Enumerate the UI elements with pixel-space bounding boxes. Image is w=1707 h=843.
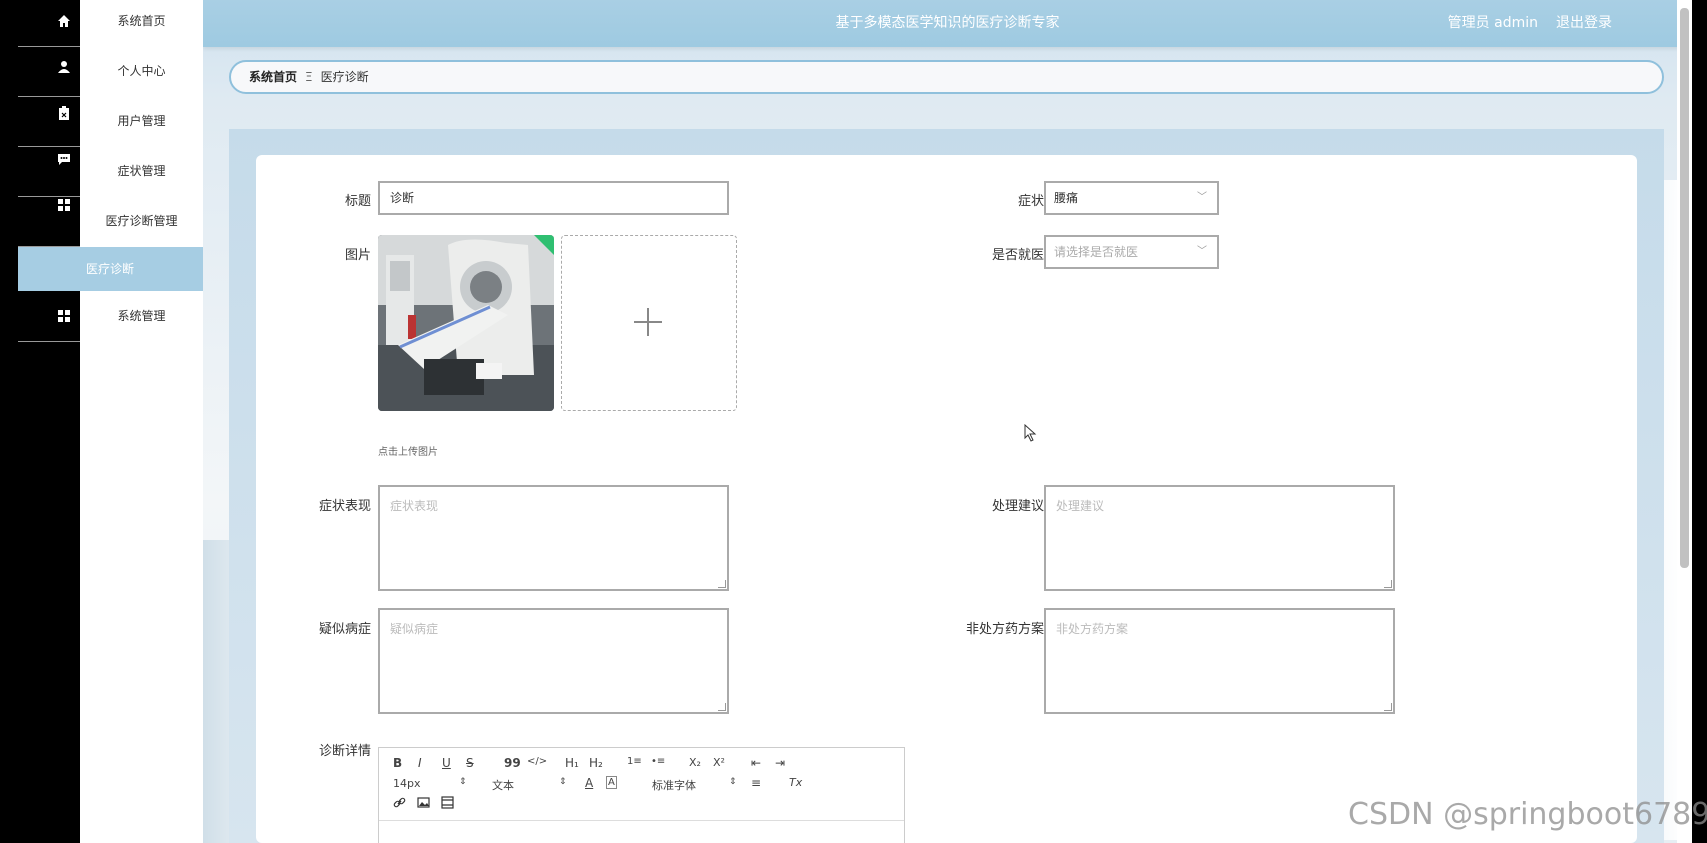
advice-label: 处理建议 xyxy=(991,499,1044,514)
breadcrumb-separator: Ξ xyxy=(305,70,313,84)
chat-icon[interactable] xyxy=(57,152,71,166)
otc-label: 非处方药方案 xyxy=(965,622,1044,637)
grid-icon[interactable] xyxy=(57,198,71,212)
background-color-button[interactable]: A xyxy=(606,776,617,789)
strike-button[interactable]: S xyxy=(466,756,474,770)
current-user: 管理员 admin xyxy=(1447,15,1538,31)
resize-grip-icon[interactable] xyxy=(718,703,726,711)
sidebar-subitem-diagnosis[interactable]: 医疗诊断 xyxy=(18,247,203,291)
top-header: 基于多模态医学知识的医疗诊断专家 管理员 admin 退出登录 xyxy=(203,0,1692,47)
divider xyxy=(18,96,80,97)
main-area: 基于多模态医学知识的医疗诊断专家 管理员 admin 退出登录 系统首页 Ξ 医疗诊… xyxy=(203,0,1692,843)
chevron-down-icon: ﹀ xyxy=(1197,192,1207,203)
otc-textarea[interactable]: 非处方药方案 xyxy=(1044,608,1395,714)
upload-image-button[interactable] xyxy=(561,235,737,411)
sidebar-item-symptoms[interactable]: 症状管理 xyxy=(80,159,203,183)
divider xyxy=(18,146,80,147)
manifest-textarea[interactable]: 症状表现 xyxy=(378,485,729,591)
indent-button[interactable]: ⇥ xyxy=(775,756,785,770)
divider xyxy=(18,196,80,197)
divider xyxy=(379,820,904,821)
bold-button[interactable]: B xyxy=(393,756,402,770)
chevron-updown-icon: ⇕ xyxy=(459,777,467,787)
ordered-list-button[interactable]: 1≡ xyxy=(627,756,642,767)
disease-placeholder: 疑似病症 xyxy=(390,622,439,636)
code-button[interactable]: </> xyxy=(527,756,547,767)
disease-label: 疑似病症 xyxy=(318,622,371,637)
visit-select[interactable]: 请选择是否就医 ﹀ xyxy=(1044,235,1219,269)
uploaded-image[interactable] xyxy=(378,235,554,411)
clear-format-button[interactable]: Tx xyxy=(789,776,802,789)
link-icon[interactable] xyxy=(393,796,406,812)
detail-label: 诊断详情 xyxy=(318,744,371,759)
otc-placeholder: 非处方药方案 xyxy=(1056,622,1129,636)
font-size-select[interactable]: 14px xyxy=(393,777,421,790)
underline-button[interactable]: U xyxy=(442,756,451,770)
grid-icon[interactable] xyxy=(57,309,71,323)
chevron-down-icon: ﹀ xyxy=(1197,246,1207,257)
outdent-button[interactable]: ⇤ xyxy=(751,756,761,770)
resize-grip-icon[interactable] xyxy=(1384,580,1392,588)
sidebar-menu: 系统首页 个人中心 用户管理 症状管理 医疗诊断管理 系统管理 xyxy=(80,0,203,843)
advice-placeholder: 处理建议 xyxy=(1056,499,1105,513)
align-button[interactable]: ≡ xyxy=(751,776,761,790)
font-family-select[interactable]: 标准字体 xyxy=(652,777,696,793)
scrollbar-thumb[interactable] xyxy=(1680,8,1689,568)
subscript-button[interactable]: X₂ xyxy=(689,756,701,769)
divider xyxy=(18,46,80,47)
title-label: 标题 xyxy=(344,194,371,209)
resize-grip-icon[interactable] xyxy=(718,580,726,588)
logout-link[interactable]: 退出登录 xyxy=(1556,0,1612,47)
watermark: CSDN @springboot6789 xyxy=(1348,797,1707,832)
advice-textarea[interactable]: 处理建议 xyxy=(1044,485,1395,591)
mouse-cursor-icon xyxy=(1024,424,1037,442)
h1-button[interactable]: H₁ xyxy=(565,756,579,770)
h2-button[interactable]: H₂ xyxy=(589,756,603,770)
breadcrumb-current: 医疗诊断 xyxy=(320,70,369,84)
superscript-button[interactable]: X² xyxy=(713,756,725,769)
symptom-label: 症状 xyxy=(1017,194,1044,209)
clipboard-icon[interactable] xyxy=(57,106,71,120)
bullet-list-button[interactable]: •≡ xyxy=(651,756,665,767)
visit-placeholder: 请选择是否就医 xyxy=(1054,245,1139,259)
block-type-select[interactable]: 文本 xyxy=(492,777,514,793)
video-icon[interactable] xyxy=(441,796,454,812)
text-color-button[interactable]: A xyxy=(585,776,593,790)
manifest-placeholder: 症状表现 xyxy=(390,499,439,513)
breadcrumb-home[interactable]: 系统首页 xyxy=(249,70,297,84)
icon-bar xyxy=(0,0,80,843)
plus-icon xyxy=(634,308,662,336)
disease-textarea[interactable]: 疑似病症 xyxy=(378,608,729,714)
sidebar-item-home[interactable]: 系统首页 xyxy=(80,9,203,33)
quote-button[interactable]: 99 xyxy=(504,756,521,770)
resize-grip-icon[interactable] xyxy=(1384,703,1392,711)
visit-label: 是否就医 xyxy=(991,248,1044,263)
upload-hint: 点击上传图片 xyxy=(378,447,438,458)
sidebar-item-diagnosis-admin[interactable]: 医疗诊断管理 xyxy=(80,209,203,233)
symptom-select[interactable]: 腰痛 ﹀ xyxy=(1044,181,1219,215)
page-scrollbar[interactable] xyxy=(1677,0,1692,843)
manifest-label: 症状表现 xyxy=(318,499,371,514)
symptom-value: 腰痛 xyxy=(1054,191,1079,205)
title-input[interactable]: 诊断 xyxy=(378,181,729,215)
image-icon[interactable] xyxy=(417,796,430,812)
italic-button[interactable]: I xyxy=(418,756,422,770)
sidebar-item-system[interactable]: 系统管理 xyxy=(80,304,203,328)
chevron-updown-icon: ⇕ xyxy=(559,777,567,787)
user-icon[interactable] xyxy=(57,60,71,74)
form-card: 标题 诊断 症状 腰痛 ﹀ 图片 点击上传图片 是否就医 请选择是否就医 ﹀ 症… xyxy=(256,155,1637,843)
sidebar-item-profile[interactable]: 个人中心 xyxy=(80,59,203,83)
image-label: 图片 xyxy=(344,248,371,263)
rich-text-editor[interactable]: B I U S 99 </> H₁ H₂ 1≡ •≡ X₂ X² ⇤ ⇥ 14p… xyxy=(378,747,905,843)
sidebar-item-users[interactable]: 用户管理 xyxy=(80,109,203,133)
chevron-updown-icon: ⇕ xyxy=(729,777,737,787)
home-icon[interactable] xyxy=(57,14,71,28)
breadcrumb: 系统首页 Ξ 医疗诊断 xyxy=(229,60,1664,94)
divider xyxy=(18,341,80,342)
